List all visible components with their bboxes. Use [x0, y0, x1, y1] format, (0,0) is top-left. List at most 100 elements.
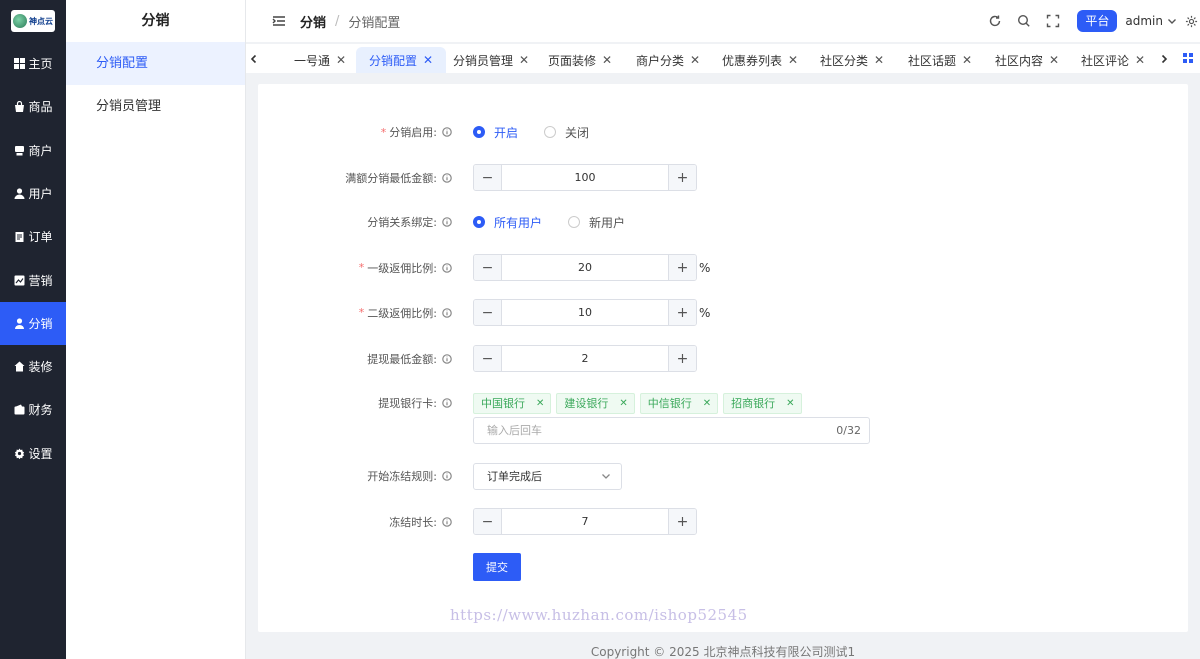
tag-close-icon[interactable]: ✕ — [619, 398, 627, 409]
close-icon[interactable]: ✕ — [602, 53, 612, 67]
increment-button[interactable]: + — [668, 346, 696, 371]
breadcrumb-separator: / — [335, 13, 340, 29]
user-menu[interactable]: admin — [1125, 14, 1177, 28]
increment-button[interactable]: + — [668, 255, 696, 280]
form-row-bank-cards: 提现银行卡: 中国银行 ✕ 建设银行 ✕ 中信银行 ✕ 招商银行 ✕ — [258, 392, 1188, 414]
submenu-item-distribution-config[interactable]: 分销配置 — [66, 42, 245, 85]
info-icon[interactable] — [442, 307, 452, 318]
tag-close-icon[interactable]: ✕ — [536, 398, 544, 409]
info-icon[interactable] — [442, 172, 452, 183]
tabs-scroll-right-icon[interactable] — [1156, 44, 1172, 73]
user-icon — [13, 187, 25, 199]
withdraw-min-input[interactable]: 2 — [502, 346, 668, 371]
tab-2[interactable]: 分销员管理 ✕ — [446, 47, 536, 73]
logo[interactable]: 神点云 — [11, 10, 55, 32]
tab-0[interactable]: 一号通 ✕ — [270, 47, 370, 73]
info-icon[interactable] — [442, 127, 452, 137]
increment-button[interactable]: + — [668, 165, 696, 190]
withdraw-min-stepper: − 2 + — [473, 345, 697, 372]
close-icon[interactable]: ✕ — [1049, 53, 1059, 67]
tab-4[interactable]: 商户分类 ✕ — [624, 47, 712, 73]
tab-1[interactable]: 分销配置 ✕ — [356, 47, 446, 73]
bank-tag: 中信银行 ✕ — [639, 392, 719, 414]
increment-button[interactable]: + — [668, 509, 696, 534]
decrement-button[interactable]: − — [474, 346, 502, 371]
nav-item-marketing[interactable]: 营销 — [0, 259, 66, 302]
tab-9[interactable]: 社区评论 ✕ — [1070, 47, 1156, 73]
nav-item-label: 商户 — [28, 143, 53, 158]
close-icon[interactable]: ✕ — [962, 53, 972, 67]
level1-input[interactable]: 20 — [502, 255, 668, 280]
nav-item-shop[interactable]: 商户 — [0, 129, 66, 172]
tag-close-icon[interactable]: ✕ — [703, 398, 711, 409]
bank-tag: 建设银行 ✕ — [556, 392, 635, 414]
nav-item-home[interactable]: 装修 — [0, 345, 66, 388]
close-icon[interactable]: ✕ — [423, 53, 433, 67]
form-row-freeze-days: 冻结时长: − 7 + — [258, 508, 1188, 535]
level2-input[interactable]: 10 — [502, 300, 668, 325]
menu-fold-icon[interactable] — [272, 14, 286, 28]
increment-button[interactable]: + — [668, 300, 696, 325]
nav-item-label: 分销 — [28, 316, 53, 331]
bank-tag-label: 中信银行 — [647, 397, 692, 410]
percent-unit: % — [699, 305, 711, 320]
search-icon[interactable] — [1017, 14, 1031, 28]
decrement-button[interactable]: − — [474, 165, 502, 190]
nav-item-wallet[interactable]: 财务 — [0, 388, 66, 431]
footer-copyright: Copyright © 2025 北京神点科技有限公司测试1 — [590, 645, 856, 659]
binding-radio-new-users[interactable]: 新用户 — [568, 214, 625, 231]
enable-radio-on[interactable]: 开启 — [473, 124, 518, 141]
nav-item-user[interactable]: 用户 — [0, 172, 66, 215]
close-icon[interactable]: ✕ — [690, 53, 700, 67]
info-icon[interactable] — [442, 516, 452, 527]
tab-label: 社区内容 — [994, 53, 1043, 68]
bank-tag: 招商银行 ✕ — [723, 392, 802, 414]
bank-cards-label: 提现银行卡: — [378, 397, 437, 410]
nav-item-bag[interactable]: 商品 — [0, 85, 66, 128]
nav-item-label: 订单 — [28, 230, 53, 245]
enable-radio-off[interactable]: 关闭 — [544, 124, 589, 141]
info-icon[interactable] — [442, 471, 452, 481]
platform-button[interactable]: 平台 — [1077, 10, 1118, 32]
binding-radio-all-users[interactable]: 所有用户 — [473, 214, 542, 231]
nav-item-gear[interactable]: 设置 — [0, 432, 66, 475]
tag-close-icon[interactable]: ✕ — [786, 398, 794, 409]
form-row-withdraw-min: 提现最低金额: − 2 + — [258, 345, 1188, 372]
info-icon[interactable] — [442, 398, 452, 408]
close-icon[interactable]: ✕ — [336, 53, 346, 67]
info-icon[interactable] — [442, 262, 452, 273]
freeze-rule-select[interactable]: 订单完成后 — [473, 462, 622, 490]
nav-item-distribution[interactable]: 分销 — [0, 301, 66, 345]
settings-gear-icon[interactable] — [1185, 15, 1198, 28]
nav-item-grid[interactable]: 主页 — [0, 42, 66, 85]
decrement-button[interactable]: − — [474, 255, 502, 280]
freeze-days-input[interactable]: 7 — [502, 509, 668, 534]
refresh-icon[interactable] — [988, 14, 1002, 28]
decrement-button[interactable]: − — [474, 300, 502, 325]
submenu-title: 分销 — [141, 13, 170, 29]
close-icon[interactable]: ✕ — [788, 53, 798, 67]
nav-item-order[interactable]: 订单 — [0, 215, 66, 258]
tab-6[interactable]: 社区分类 ✕ — [808, 47, 896, 73]
tab-5[interactable]: 优惠券列表 ✕ — [712, 47, 808, 73]
close-icon[interactable]: ✕ — [519, 53, 529, 67]
bank-card-input[interactable] — [487, 424, 837, 437]
submit-button[interactable]: 提交 — [473, 553, 521, 581]
close-icon[interactable]: ✕ — [874, 53, 884, 67]
info-icon[interactable] — [442, 353, 452, 364]
nav-item-label: 装修 — [28, 360, 53, 375]
tab-8[interactable]: 社区内容 ✕ — [984, 47, 1070, 73]
info-icon[interactable] — [442, 217, 452, 227]
submenu-item-distributor-manage[interactable]: 分销员管理 — [66, 85, 245, 128]
tabs-menu-grid-icon[interactable] — [1182, 52, 1194, 64]
fullscreen-icon[interactable] — [1046, 14, 1060, 28]
breadcrumb-main[interactable]: 分销 — [300, 12, 326, 31]
logo-text: 神点云 — [29, 16, 53, 26]
withdraw-min-label: 提现最低金额: — [367, 352, 437, 366]
decrement-button[interactable]: − — [474, 509, 502, 534]
close-icon[interactable]: ✕ — [1135, 53, 1145, 67]
tab-7[interactable]: 社区话题 ✕ — [896, 47, 984, 73]
tabs-scroll-left-icon[interactable] — [246, 44, 262, 73]
tab-3[interactable]: 页面装修 ✕ — [536, 47, 624, 73]
min-amount-input[interactable]: 100 — [502, 165, 668, 190]
